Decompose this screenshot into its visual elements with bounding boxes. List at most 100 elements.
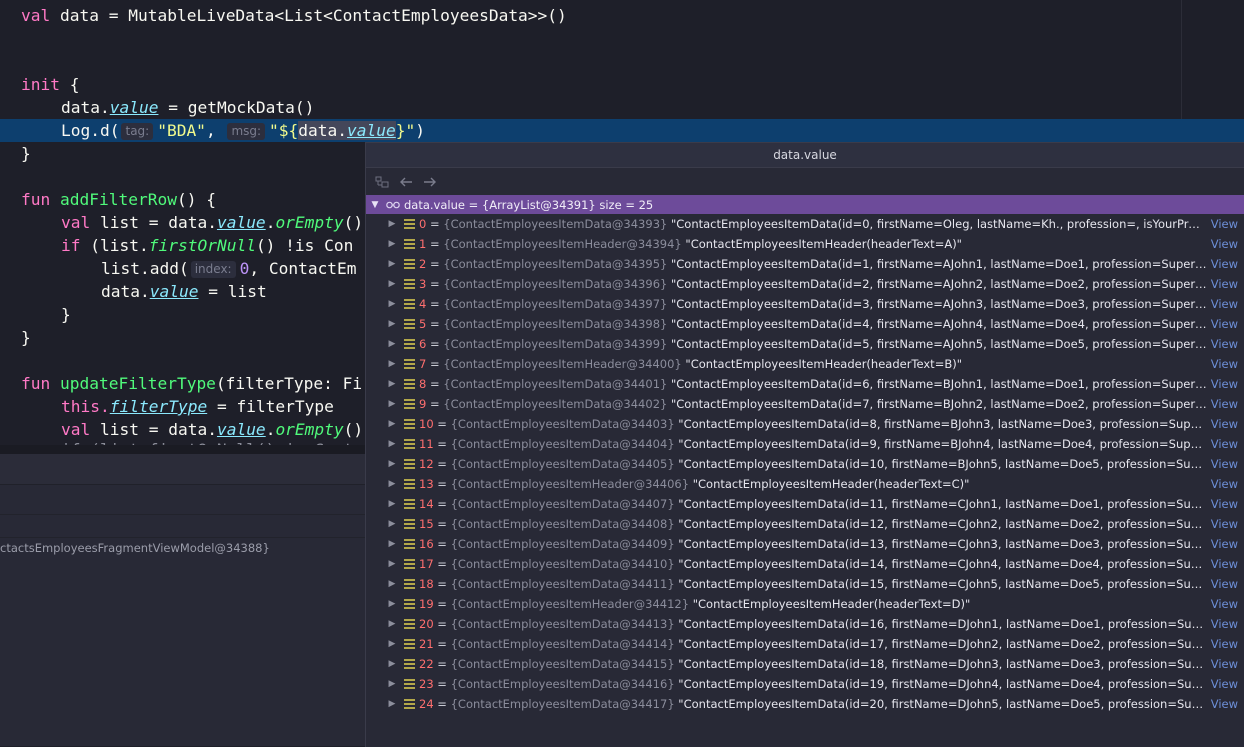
code-line-log[interactable]: Log.d(tag: "BDA", msg: "${data.value}") [61,119,425,142]
expand-arrow-icon[interactable]: ▶ [385,259,399,269]
expand-arrow-icon[interactable]: ▶ [385,399,399,409]
tree-row[interactable]: ▶ 3 = {ContactEmployeesItemData@34396} "C… [366,274,1244,294]
expand-arrow-icon[interactable]: ▶ [385,699,399,709]
expand-arrow-icon[interactable]: ▶ [385,379,399,389]
view-link[interactable]: View [1211,397,1238,411]
view-link[interactable]: View [1211,477,1238,491]
code-line-1[interactable]: val data = MutableLiveData<List<ContactE… [21,4,567,27]
view-link[interactable]: View [1211,677,1238,691]
tree-row[interactable]: ▶ 7 = {ContactEmployeesItemHeader@34400} … [366,354,1244,374]
code-line-if[interactable]: if (list.firstOrNull() !is Con [61,234,353,257]
expand-arrow-icon[interactable]: ▶ [385,479,399,489]
tree-row[interactable]: ▶ 24 = {ContactEmployeesItemData@34417} "… [366,694,1244,714]
expand-arrow-icon[interactable]: ▶ [385,639,399,649]
view-link[interactable]: View [1211,457,1238,471]
expand-arrow-icon[interactable]: ▶ [385,219,399,229]
view-link[interactable]: View [1211,577,1238,591]
tree-row[interactable]: ▶ 10 = {ContactEmployeesItemData@34403} "… [366,414,1244,434]
tree-row[interactable]: ▶ 5 = {ContactEmployeesItemData@34398} "C… [366,314,1244,334]
tree-row[interactable]: ▶ 8 = {ContactEmployeesItemData@34401} "C… [366,374,1244,394]
view-link[interactable]: View [1211,277,1238,291]
tree-row[interactable]: ▶ 11 = {ContactEmployeesItemData@34404} "… [366,434,1244,454]
collapse-arrow-icon[interactable]: ▼ [368,200,382,210]
view-link[interactable]: View [1211,617,1238,631]
expand-arrow-icon[interactable]: ▶ [385,679,399,689]
expand-arrow-icon[interactable]: ▶ [385,599,399,609]
view-link[interactable]: View [1211,637,1238,651]
view-link[interactable]: View [1211,377,1238,391]
view-link[interactable]: View [1211,517,1238,531]
tree-row[interactable]: ▶ 18 = {ContactEmployeesItemData@34411} "… [366,574,1244,594]
equals-sign: = [426,237,444,251]
code-line-close-if[interactable]: } [61,303,71,326]
code-line-assign[interactable]: data.value = getMockData() [61,96,314,119]
tree-row[interactable]: ▶ 2 = {ContactEmployeesItemData@34395} "C… [366,254,1244,274]
code-line-close[interactable]: } [21,142,31,165]
tree-row[interactable]: ▶ 17 = {ContactEmployeesItemData@34410} "… [366,554,1244,574]
view-link[interactable]: View [1211,437,1238,451]
view-link[interactable]: View [1211,237,1238,251]
tree-row[interactable]: ▶ 4 = {ContactEmployeesItemData@34397} "C… [366,294,1244,314]
tree-row[interactable]: ▶ 20 = {ContactEmployeesItemData@34413} "… [366,614,1244,634]
item-reference: {ContactEmployeesItemData@34407} [450,497,675,511]
expand-arrow-icon[interactable]: ▶ [385,279,399,289]
code-line-fun-add[interactable]: fun addFilterRow() { [21,188,216,211]
expand-arrow-icon[interactable]: ▶ [385,499,399,509]
tree-row[interactable]: ▶ 15 = {ContactEmployeesItemData@34408} "… [366,514,1244,534]
tree-row[interactable]: ▶ 9 = {ContactEmployeesItemData@34402} "C… [366,394,1244,414]
expand-arrow-icon[interactable]: ▶ [385,539,399,549]
view-link[interactable]: View [1211,497,1238,511]
selected-expression[interactable]: data.value [298,121,396,140]
view-link[interactable]: View [1211,297,1238,311]
code-line-assign-list[interactable]: data.value = list [101,280,267,303]
variables-tree[interactable]: ▼ data.value = {ArrayList@34391} size = … [366,195,1244,714]
view-link[interactable]: View [1211,417,1238,431]
tree-row[interactable]: ▶ 13 = {ContactEmployeesItemHeader@34406}… [366,474,1244,494]
tree-row[interactable]: ▶ 23 = {ContactEmployeesItemData@34416} "… [366,674,1244,694]
tree-row[interactable]: ▶ 6 = {ContactEmployeesItemData@34399} "C… [366,334,1244,354]
expand-arrow-icon[interactable]: ▶ [385,359,399,369]
view-link[interactable]: View [1211,357,1238,371]
expand-arrow-icon[interactable]: ▶ [385,559,399,569]
expand-arrow-icon[interactable]: ▶ [385,659,399,669]
view-link[interactable]: View [1211,537,1238,551]
view-link[interactable]: View [1211,337,1238,351]
expand-arrow-icon[interactable]: ▶ [385,459,399,469]
tree-row[interactable]: ▶ 12 = {ContactEmployeesItemData@34405} "… [366,454,1244,474]
tree-row[interactable]: ▶ 0 = {ContactEmployeesItemData@34393} "C… [366,214,1244,234]
arrow-left-icon[interactable] [397,173,415,191]
code-line-init[interactable]: init { [21,73,79,96]
selected-frame[interactable]: ctactsEmployeesFragmentViewModel@34388} [0,541,270,555]
expand-arrow-icon[interactable]: ▶ [385,339,399,349]
view-link[interactable]: View [1211,657,1238,671]
tree-row[interactable]: ▶ 14 = {ContactEmployeesItemData@34407} "… [366,494,1244,514]
view-link[interactable]: View [1211,257,1238,271]
tree-row[interactable]: ▶ 16 = {ContactEmployeesItemData@34409} "… [366,534,1244,554]
layout-icon[interactable] [373,173,391,191]
code-line-list[interactable]: val list = data.value.orEmpty() [61,211,363,234]
view-link[interactable]: View [1211,597,1238,611]
tree-row[interactable]: ▶ 22 = {ContactEmployeesItemData@34415} "… [366,654,1244,674]
tree-row[interactable]: ▶ 21 = {ContactEmployeesItemData@34414} "… [366,634,1244,654]
expand-arrow-icon[interactable]: ▶ [385,419,399,429]
tree-root-row[interactable]: ▼ data.value = {ArrayList@34391} size = … [366,195,1244,214]
view-link[interactable]: View [1211,317,1238,331]
view-link[interactable]: View [1211,217,1238,231]
code-line-add[interactable]: list.add(index: 0, ContactEm [101,257,357,280]
tree-row[interactable]: ▶ 19 = {ContactEmployeesItemHeader@34412}… [366,594,1244,614]
arrow-right-icon[interactable] [421,173,439,191]
expand-arrow-icon[interactable]: ▶ [385,439,399,449]
expand-arrow-icon[interactable]: ▶ [385,239,399,249]
expand-arrow-icon[interactable]: ▶ [385,519,399,529]
view-link[interactable]: View [1211,697,1238,711]
evaluate-popup[interactable]: data.value ▼ data.value = {ArrayList@343… [365,142,1244,747]
view-link[interactable]: View [1211,557,1238,571]
code-line-close-fun[interactable]: } [21,326,31,349]
expand-arrow-icon[interactable]: ▶ [385,319,399,329]
expand-arrow-icon[interactable]: ▶ [385,579,399,589]
code-line-fun-update[interactable]: fun updateFilterType(filterType: Fi [21,372,362,395]
code-line-this[interactable]: this.filterType = filterType [61,395,334,418]
expand-arrow-icon[interactable]: ▶ [385,619,399,629]
expand-arrow-icon[interactable]: ▶ [385,299,399,309]
tree-row[interactable]: ▶ 1 = {ContactEmployeesItemHeader@34394} … [366,234,1244,254]
